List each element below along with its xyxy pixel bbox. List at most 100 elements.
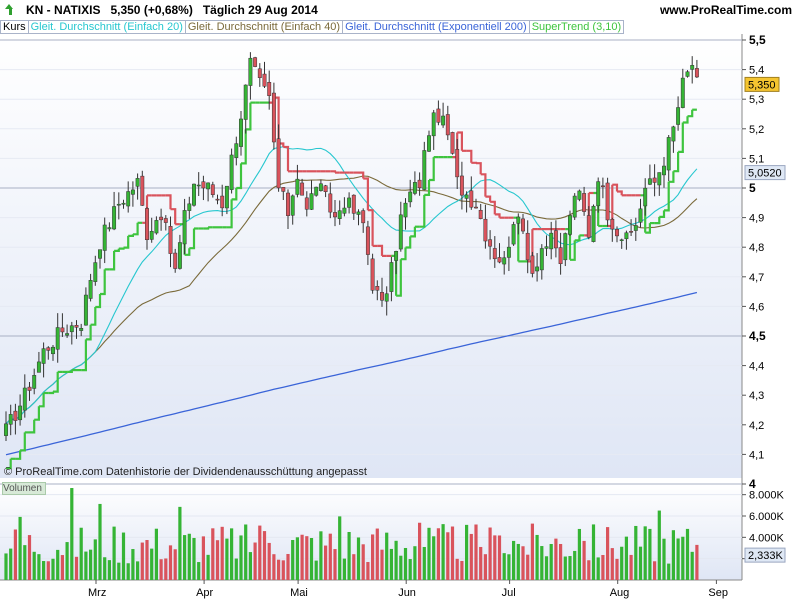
candle-body xyxy=(276,138,281,189)
candle-body xyxy=(422,150,427,190)
volume-bar xyxy=(591,524,596,580)
candle-body xyxy=(662,165,666,176)
volume-bar xyxy=(32,551,36,580)
candle-body xyxy=(690,65,695,70)
candle-body xyxy=(600,185,605,188)
price-chart[interactable]: 44,14,24,34,44,54,64,74,84,955,15,25,35,… xyxy=(0,0,800,600)
volume-bar xyxy=(234,558,238,580)
candle-body xyxy=(145,208,149,241)
candle-body xyxy=(22,387,27,411)
candle-body xyxy=(605,182,610,221)
volume-bar xyxy=(479,546,483,580)
volume-bar xyxy=(18,516,22,580)
candle-body xyxy=(267,82,272,96)
volume-bar xyxy=(521,546,525,580)
volume-bar xyxy=(361,544,365,580)
candle-body xyxy=(220,195,225,209)
candle-body xyxy=(685,71,690,77)
candle-body xyxy=(497,257,502,263)
candle-body xyxy=(262,73,267,87)
volume-bar xyxy=(258,525,262,580)
volume-bar xyxy=(474,524,478,580)
volume-bar xyxy=(582,540,586,580)
volume-bar xyxy=(460,560,464,580)
volume-bar xyxy=(183,535,187,580)
volume-bar xyxy=(27,535,32,580)
y-tick-label: 5,2 xyxy=(749,124,764,136)
candle-body xyxy=(619,239,624,241)
volume-bar xyxy=(573,550,577,580)
volume-bar xyxy=(173,549,177,580)
candle-body xyxy=(328,193,333,213)
candle-body xyxy=(318,183,323,191)
volume-bar xyxy=(690,551,694,580)
y-tick-label: 4,8 xyxy=(749,242,764,254)
candle-body xyxy=(271,92,276,143)
candle-body xyxy=(502,257,507,265)
candle-body xyxy=(666,137,671,171)
volume-bar xyxy=(145,540,149,580)
candle-body xyxy=(177,242,182,269)
volume-bar xyxy=(549,543,553,580)
volume-bar xyxy=(399,555,403,580)
volume-bar xyxy=(629,554,633,580)
candle-body xyxy=(93,262,98,282)
candle-body xyxy=(234,143,239,158)
candle-body xyxy=(441,115,446,126)
candle-body xyxy=(74,325,79,328)
candle-body xyxy=(149,231,154,240)
y-tick-label: 4,5 xyxy=(749,329,766,343)
volume-bar xyxy=(281,560,285,580)
candle-body xyxy=(18,405,23,421)
volume-bar xyxy=(606,527,610,580)
y-tick-label: 5,3 xyxy=(749,94,764,106)
volume-bar xyxy=(98,503,102,580)
candle-body xyxy=(398,214,403,250)
volume-bar xyxy=(601,555,605,580)
candle-body xyxy=(638,208,643,223)
volume-bar xyxy=(159,559,163,580)
candle-body xyxy=(229,154,234,190)
volume-bar xyxy=(587,560,591,580)
candle-body xyxy=(116,203,121,206)
volume-bar xyxy=(37,554,41,580)
candle-body xyxy=(300,182,305,196)
volume-bar xyxy=(103,557,107,580)
volume-bar xyxy=(295,537,299,580)
volume-bar xyxy=(305,536,309,580)
candle-body xyxy=(652,177,657,183)
volume-bar xyxy=(79,527,83,580)
volume-bar xyxy=(643,526,647,580)
volume-bar xyxy=(380,549,384,580)
candle-body xyxy=(290,195,295,216)
candle-body xyxy=(102,224,107,251)
volume-bar xyxy=(695,544,699,580)
candle-body xyxy=(8,414,13,425)
volume-bar xyxy=(291,540,295,580)
candle-body xyxy=(370,258,375,291)
volume-bar xyxy=(465,524,469,580)
candle-body xyxy=(182,210,187,245)
candle-body xyxy=(511,224,516,245)
candle-body xyxy=(563,233,568,261)
volume-bar xyxy=(197,562,201,580)
volume-bar xyxy=(89,549,93,580)
volume-bar xyxy=(84,551,88,580)
candle-body xyxy=(450,132,455,154)
volume-bar xyxy=(671,530,675,580)
volume-bar xyxy=(300,534,304,580)
volume-bar xyxy=(516,543,520,580)
candle-body xyxy=(192,183,196,206)
volume-bar xyxy=(211,528,215,580)
supertrend-value-label: 5,0520 xyxy=(748,168,782,180)
candle-body xyxy=(257,68,262,78)
candle-body xyxy=(286,192,290,216)
candle-body xyxy=(163,218,168,223)
candle-body xyxy=(375,286,380,291)
candle-body xyxy=(436,108,441,123)
volume-tick-label: 8.000K xyxy=(749,490,785,502)
candle-body xyxy=(309,193,314,210)
volume-bar xyxy=(667,563,671,580)
volume-bar xyxy=(319,531,323,580)
candle-body xyxy=(347,197,352,208)
